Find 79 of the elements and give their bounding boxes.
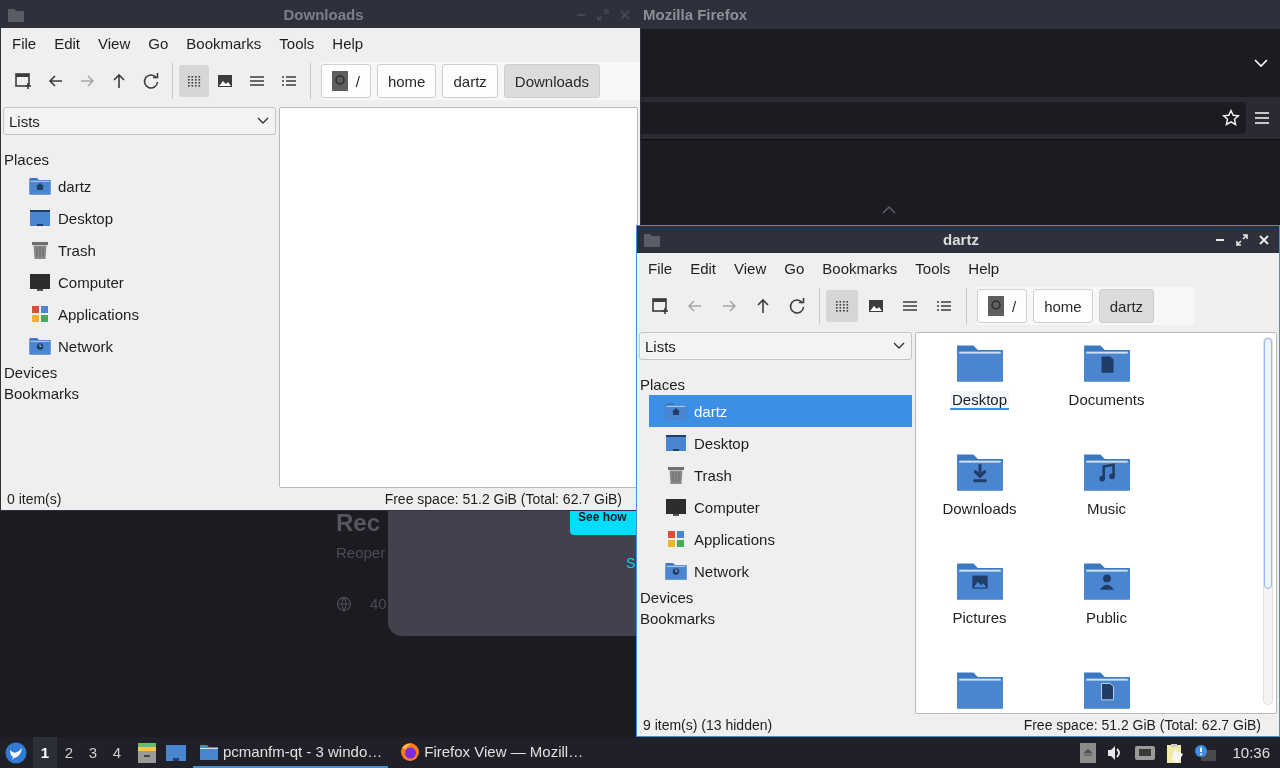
window-title: Mozilla Firefox (643, 6, 748, 23)
workspace-button[interactable]: 3 (81, 737, 105, 768)
chevron-down-icon[interactable] (1254, 58, 1268, 68)
workspace-button[interactable]: 2 (57, 737, 81, 768)
item-count: 0 item(s) (7, 491, 62, 507)
section-heading: Places (639, 375, 687, 395)
clock[interactable]: 10:36 (1232, 744, 1270, 761)
window-title: dartz (943, 231, 979, 248)
section-heading[interactable]: Devices (639, 587, 912, 608)
trash-icon (665, 464, 687, 486)
section-heading: Rec (336, 509, 381, 537)
network-folder-icon (29, 335, 51, 357)
scrollbar[interactable] (1263, 337, 1273, 705)
free-space: Free space: 51.2 GiB (Total: 62.7 GiB) (1023, 717, 1261, 733)
folder-item[interactable]: Pictures (916, 557, 1043, 666)
clipboard-icon[interactable] (1166, 741, 1185, 764)
menu-item[interactable]: Tools (906, 255, 960, 281)
folder-icon (7, 6, 25, 23)
star-icon[interactable] (1222, 109, 1240, 127)
sidebar-item[interactable]: Applications (649, 523, 912, 555)
caret-up-icon[interactable] (882, 206, 896, 214)
notification-icon[interactable] (1194, 743, 1217, 762)
folder-item[interactable]: Documents (1043, 339, 1170, 448)
see-how-button[interactable]: See how (570, 511, 636, 535)
folder-icon (643, 231, 661, 248)
popup-link[interactable]: S (626, 555, 636, 571)
network-folder-icon (665, 560, 687, 582)
home-folder-icon (665, 400, 687, 422)
sidebar-item[interactable]: Computer (649, 491, 912, 523)
home-folder-icon (29, 175, 51, 197)
menu-item[interactable]: Edit (681, 255, 726, 281)
applications-icon (665, 528, 687, 550)
window-title: Downloads (283, 6, 364, 23)
menu-item[interactable]: View (725, 255, 776, 281)
sidebar-item[interactable]: Desktop (649, 427, 912, 459)
workspace-button[interactable]: 4 (105, 737, 129, 768)
taskbar-task[interactable]: Firefox View — Mozill… (394, 737, 590, 768)
maximize-icon (1236, 233, 1248, 246)
folder-item[interactable]: Public (1043, 557, 1170, 666)
eject-icon[interactable] (1080, 742, 1097, 763)
applications-icon (29, 303, 51, 325)
path-segment[interactable]: dartz (1098, 289, 1155, 323)
desktop-icon[interactable] (165, 743, 187, 762)
monitor-icon (665, 432, 687, 454)
chevron-down-icon (257, 117, 269, 125)
item-count: 9 item(s) (13 hidden) (643, 717, 773, 733)
taskbar-task[interactable]: pcmanfm-qt - 3 windo… (193, 737, 389, 768)
browser-logo-icon (400, 741, 421, 762)
path-segment[interactable]: home (1033, 289, 1093, 323)
menu-item[interactable]: Go (775, 255, 814, 281)
path-segment[interactable]: / (977, 289, 1028, 323)
lists-dropdown[interactable]: Lists (639, 332, 912, 360)
menu-item[interactable]: Help (959, 255, 1009, 281)
computer-icon (29, 271, 51, 293)
section-heading: Places (3, 150, 51, 170)
computer-icon (665, 496, 687, 518)
bird-logo-icon[interactable] (5, 741, 27, 764)
drive-icon (988, 296, 1004, 316)
folder-item[interactable]: Desktop (916, 339, 1043, 448)
sidebar-item[interactable]: Network (649, 555, 912, 587)
sidebar-item[interactable]: Trash (649, 459, 912, 491)
drive-icon (331, 71, 348, 91)
menu-icon[interactable] (1254, 111, 1270, 125)
section-heading[interactable]: Bookmarks (639, 608, 912, 629)
minimize-icon (1215, 238, 1225, 241)
globe-icon (336, 596, 352, 612)
monitor-icon (29, 207, 51, 229)
network-icon[interactable] (1134, 744, 1157, 761)
trash-icon (29, 239, 51, 261)
file-cabinet-icon[interactable] (137, 741, 157, 764)
menu-item[interactable]: Bookmarks (813, 255, 907, 281)
workspace-button[interactable]: 1 (33, 737, 57, 768)
menu-item[interactable]: File (639, 255, 682, 281)
close-icon (1258, 233, 1270, 246)
chevron-down-icon (893, 342, 905, 350)
folder-item[interactable]: Music (1043, 448, 1170, 557)
folder-icon (199, 742, 219, 761)
folder-item[interactable]: Downloads (916, 448, 1043, 557)
free-space: Free space: 51.2 GiB (Total: 62.7 GiB) (384, 491, 622, 507)
